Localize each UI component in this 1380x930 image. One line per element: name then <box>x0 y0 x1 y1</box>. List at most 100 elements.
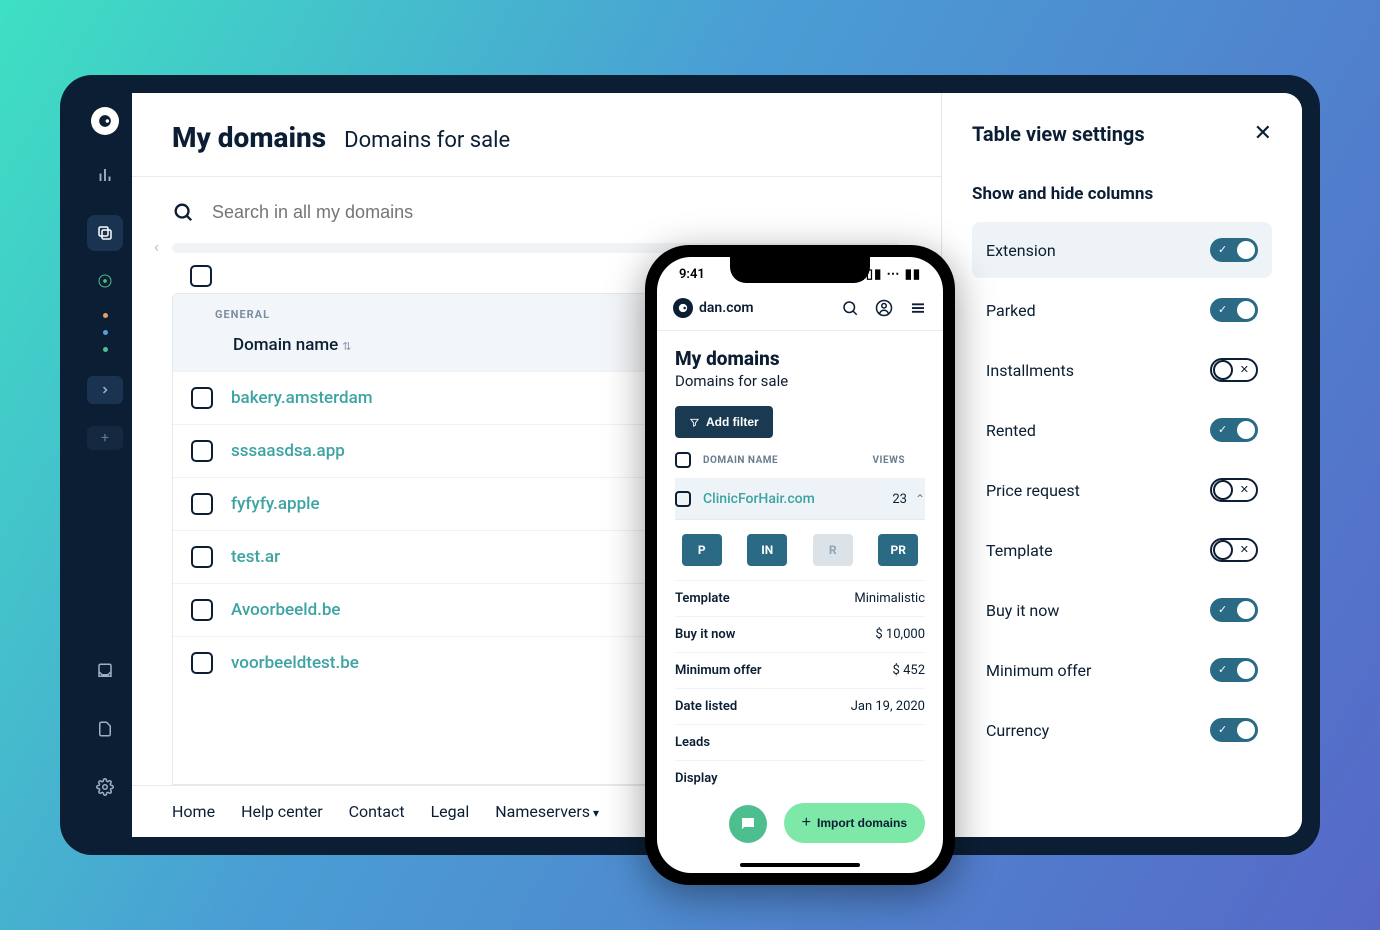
footer-contact[interactable]: Contact <box>349 802 405 821</box>
settings-panel: Table view settings ✕ Show and hide colu… <box>942 93 1302 837</box>
row-checkbox[interactable] <box>191 652 213 674</box>
detail-value: Minimalistic <box>854 591 925 606</box>
phone-notch <box>730 257 870 283</box>
toggle-row: Minimum offer <box>972 642 1272 698</box>
phone-search-icon[interactable] <box>841 299 859 317</box>
phone-table-header: DOMAIN NAME VIEWS <box>675 438 925 479</box>
home-indicator <box>740 863 860 867</box>
detail-row: Leads <box>675 724 925 760</box>
toggle-row: Template <box>972 522 1272 578</box>
settings-subtitle: Show and hide columns <box>972 184 1272 204</box>
chevron-up-icon[interactable]: ⌃ <box>915 492 925 506</box>
toggle-list: ExtensionParkedInstallmentsRentedPrice r… <box>972 222 1272 758</box>
sort-icon: ⇅ <box>342 340 351 353</box>
toggle-row: Currency <box>972 702 1272 758</box>
search-icon <box>172 201 194 223</box>
badge-rented[interactable]: R <box>813 534 853 566</box>
plus-icon: + <box>802 814 811 832</box>
phone-select-all-checkbox[interactable] <box>675 452 691 468</box>
detail-row: Date listed Jan 19, 2020 <box>675 688 925 724</box>
detail-row: Display <box>675 760 925 796</box>
footer-home[interactable]: Home <box>172 802 215 821</box>
page-subtitle: Domains for sale <box>344 128 510 153</box>
detail-key: Buy it now <box>675 627 735 642</box>
detail-row: Buy it now$ 10,000 <box>675 616 925 652</box>
toggle-switch[interactable] <box>1210 418 1258 442</box>
import-domains-button[interactable]: + Import domains <box>784 803 925 843</box>
footer-help[interactable]: Help center <box>241 802 323 821</box>
file-icon[interactable] <box>87 711 123 747</box>
phone-time: 9:41 <box>679 267 705 282</box>
toggle-switch[interactable] <box>1210 598 1258 622</box>
phone-brand: dan.com <box>699 300 754 316</box>
detail-key: Template <box>675 591 730 606</box>
phone-row-checkbox[interactable] <box>675 491 691 507</box>
dot-blue-icon <box>103 330 108 335</box>
toggle-label: Extension <box>986 241 1056 260</box>
add-button[interactable]: + <box>87 426 123 450</box>
search-input[interactable] <box>212 202 901 223</box>
target-icon[interactable] <box>97 273 113 289</box>
toggle-row: Installments <box>972 342 1272 398</box>
detail-value: Jan 19, 2020 <box>851 699 925 714</box>
footer-nameservers[interactable]: Nameservers <box>495 802 599 821</box>
row-checkbox[interactable] <box>191 387 213 409</box>
detail-row: Minimum offer $ 452 <box>675 652 925 688</box>
logo-icon[interactable] <box>91 107 119 135</box>
row-checkbox[interactable] <box>191 493 213 515</box>
inbox-icon[interactable] <box>87 653 123 689</box>
detail-value: $ 452 <box>893 663 925 678</box>
sidebar: + <box>78 93 132 837</box>
toggle-switch[interactable] <box>1210 238 1258 262</box>
row-checkbox[interactable] <box>191 440 213 462</box>
phone-col-views[interactable]: VIEWS <box>873 455 906 466</box>
toggle-switch[interactable] <box>1210 658 1258 682</box>
toggle-label: Installments <box>986 361 1074 380</box>
toggle-label: Minimum offer <box>986 661 1091 680</box>
toggle-switch[interactable] <box>1210 718 1258 742</box>
phone-logo[interactable]: dan.com <box>673 298 754 318</box>
toggle-label: Template <box>986 541 1053 560</box>
tablet-frame: + My domains Domains for sale <box>60 75 1320 855</box>
phone-subtitle: Domains for sale <box>675 372 925 390</box>
toggle-switch[interactable] <box>1210 298 1258 322</box>
toggle-switch[interactable] <box>1210 478 1258 502</box>
chat-fab[interactable] <box>729 805 767 843</box>
select-all-checkbox[interactable] <box>190 265 212 287</box>
toggle-label: Currency <box>986 721 1049 740</box>
dot-orange-icon <box>103 313 108 318</box>
row-checkbox[interactable] <box>191 546 213 568</box>
status-dots <box>103 311 108 354</box>
page-title: My domains <box>172 121 326 154</box>
toggle-row: Extension <box>972 222 1272 278</box>
detail-key: Minimum offer <box>675 663 762 678</box>
badge-price-request[interactable]: PR <box>878 534 918 566</box>
stats-icon[interactable] <box>87 157 123 193</box>
phone-details: TemplateMinimalisticBuy it now$ 10,000Mi… <box>675 580 925 796</box>
phone-title: My domains <box>675 347 925 370</box>
domains-icon[interactable] <box>87 215 123 251</box>
settings-icon[interactable] <box>87 769 123 805</box>
phone-col-name[interactable]: DOMAIN NAME <box>703 455 873 466</box>
detail-row: Template Minimalistic <box>675 580 925 616</box>
search-row <box>132 177 941 237</box>
phone-menu-icon[interactable] <box>909 299 927 317</box>
phone-row-name[interactable]: ClinicForHair.com <box>703 491 892 507</box>
badge-installments[interactable]: IN <box>747 534 787 566</box>
close-icon[interactable]: ✕ <box>1254 121 1272 146</box>
footer-legal[interactable]: Legal <box>431 802 470 821</box>
toggle-switch[interactable] <box>1210 538 1258 562</box>
phone-mockup: 9:41 ▮▯▮ ⋯ ▮▮ dan.com My domains D <box>645 245 955 885</box>
badge-parked[interactable]: P <box>682 534 722 566</box>
add-filter-button[interactable]: Add filter <box>675 406 773 438</box>
status-badges: P IN R PR <box>675 520 925 580</box>
page-header: My domains Domains for sale <box>132 93 941 177</box>
expand-sidebar-button[interactable] <box>87 376 123 404</box>
row-checkbox[interactable] <box>191 599 213 621</box>
toggle-label: Price request <box>986 481 1080 500</box>
phone-user-icon[interactable] <box>875 299 893 317</box>
toggle-switch[interactable] <box>1210 358 1258 382</box>
phone-table-row[interactable]: ClinicForHair.com 23 ⌃ <box>675 479 925 520</box>
detail-key: Date listed <box>675 699 737 714</box>
toggle-row: Buy it now <box>972 582 1272 638</box>
